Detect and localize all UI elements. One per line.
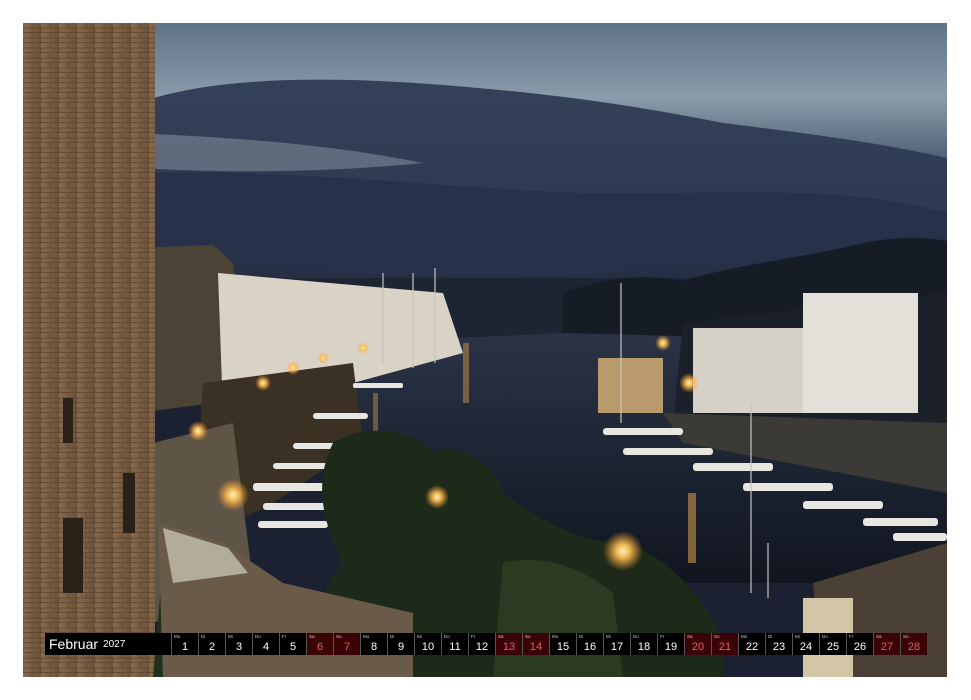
day-number: 26 [853,641,867,653]
weekday-abbr: So [903,634,909,639]
day-cell: Di 23 [765,633,792,655]
weekday-abbr: Di [390,634,395,639]
weekday-abbr: Di [579,634,584,639]
harbor-photo [23,23,947,677]
day-cell: Di 2 [198,633,225,655]
weekday-abbr: So [336,634,342,639]
day-cells: Mo 1 Di 2 Mi 3 Do 4 Fr 5 Sa 6 So 7 Mo 8 Di 9 Mi 10 Do 11 Fr 12 S… [171,633,927,655]
weekday-abbr: Do [822,634,828,639]
day-number: 19 [664,641,678,653]
day-cell: So 21 [711,633,738,655]
day-cell: Sa 6 [306,633,333,655]
weekday-abbr: Sa [876,634,882,639]
weekday-abbr: Fr [282,634,287,639]
day-cell: Di 16 [576,633,603,655]
calendar-page: Februar 2027 Mo 1 Di 2 Mi 3 Do 4 Fr 5 Sa 6 So 7 Mo 8 Di 9… [0,0,971,700]
day-number: 23 [772,641,786,653]
day-cell: Do 25 [819,633,846,655]
day-cell: Mi 24 [792,633,819,655]
day-number: 11 [449,641,461,653]
weekday-abbr: Mi [795,634,800,639]
day-number: 28 [907,641,921,653]
day-number: 13 [502,641,516,653]
weekday-abbr: Mo [174,634,181,639]
weekday-abbr: Do [255,634,261,639]
day-cell: Do 4 [252,633,279,655]
day-number: 9 [397,641,405,653]
day-number: 6 [316,641,324,653]
weekday-abbr: Do [633,634,639,639]
day-number: 4 [262,641,270,653]
day-cell: Mi 17 [603,633,630,655]
day-number: 22 [745,641,759,653]
weekday-abbr: Di [768,634,773,639]
day-number: 15 [556,641,570,653]
day-number: 17 [610,641,624,653]
day-cell: Sa 27 [873,633,900,655]
day-number: 25 [826,641,840,653]
month-name: Februar [49,636,99,652]
weekday-abbr: Di [201,634,206,639]
day-cell: Mo 8 [360,633,387,655]
day-number: 12 [475,641,489,653]
day-cell: Mo 22 [738,633,765,655]
weekday-abbr: Mo [363,634,370,639]
calendar-strip: Februar 2027 Mo 1 Di 2 Mi 3 Do 4 Fr 5 Sa 6 So 7 Mo 8 Di 9… [45,633,927,655]
month-year: 2027 [103,638,126,650]
day-number: 24 [799,641,813,653]
day-cell: So 28 [900,633,927,655]
weekday-abbr: Fr [660,634,665,639]
harbor-photo-art [23,23,947,677]
day-cell: Sa 13 [495,633,522,655]
day-number: 7 [343,641,351,653]
day-cell: Mo 15 [549,633,576,655]
day-number: 8 [370,641,378,653]
weekday-abbr: Sa [309,634,315,639]
day-cell: So 7 [333,633,360,655]
weekday-abbr: Mo [552,634,559,639]
day-cell: Fr 26 [846,633,873,655]
day-number: 10 [421,641,435,653]
day-number: 2 [208,641,216,653]
day-number: 14 [529,641,543,653]
month-label: Februar 2027 [45,633,171,655]
day-cell: Mi 3 [225,633,252,655]
day-number: 21 [718,641,732,653]
day-cell: Fr 5 [279,633,306,655]
weekday-abbr: Mi [417,634,422,639]
weekday-abbr: Mo [741,634,748,639]
weekday-abbr: Fr [471,634,476,639]
day-number: 27 [880,641,894,653]
day-number: 16 [583,641,597,653]
day-cell: Do 11 [441,633,468,655]
day-cell: Di 9 [387,633,414,655]
weekday-abbr: Sa [498,634,504,639]
weekday-abbr: Do [444,634,450,639]
weekday-abbr: Mi [228,634,233,639]
day-number: 5 [289,641,297,653]
weekday-abbr: So [714,634,720,639]
day-number: 18 [637,641,651,653]
weekday-abbr: Sa [687,634,693,639]
day-cell: So 14 [522,633,549,655]
day-cell: Do 18 [630,633,657,655]
day-cell: Fr 19 [657,633,684,655]
day-cell: Sa 20 [684,633,711,655]
day-cell: Fr 12 [468,633,495,655]
day-number: 1 [181,641,189,653]
day-number: 3 [235,641,243,653]
day-number: 20 [691,641,705,653]
weekday-abbr: So [525,634,531,639]
weekday-abbr: Fr [849,634,854,639]
day-cell: Mi 10 [414,633,441,655]
day-cell: Mo 1 [171,633,198,655]
weekday-abbr: Mi [606,634,611,639]
